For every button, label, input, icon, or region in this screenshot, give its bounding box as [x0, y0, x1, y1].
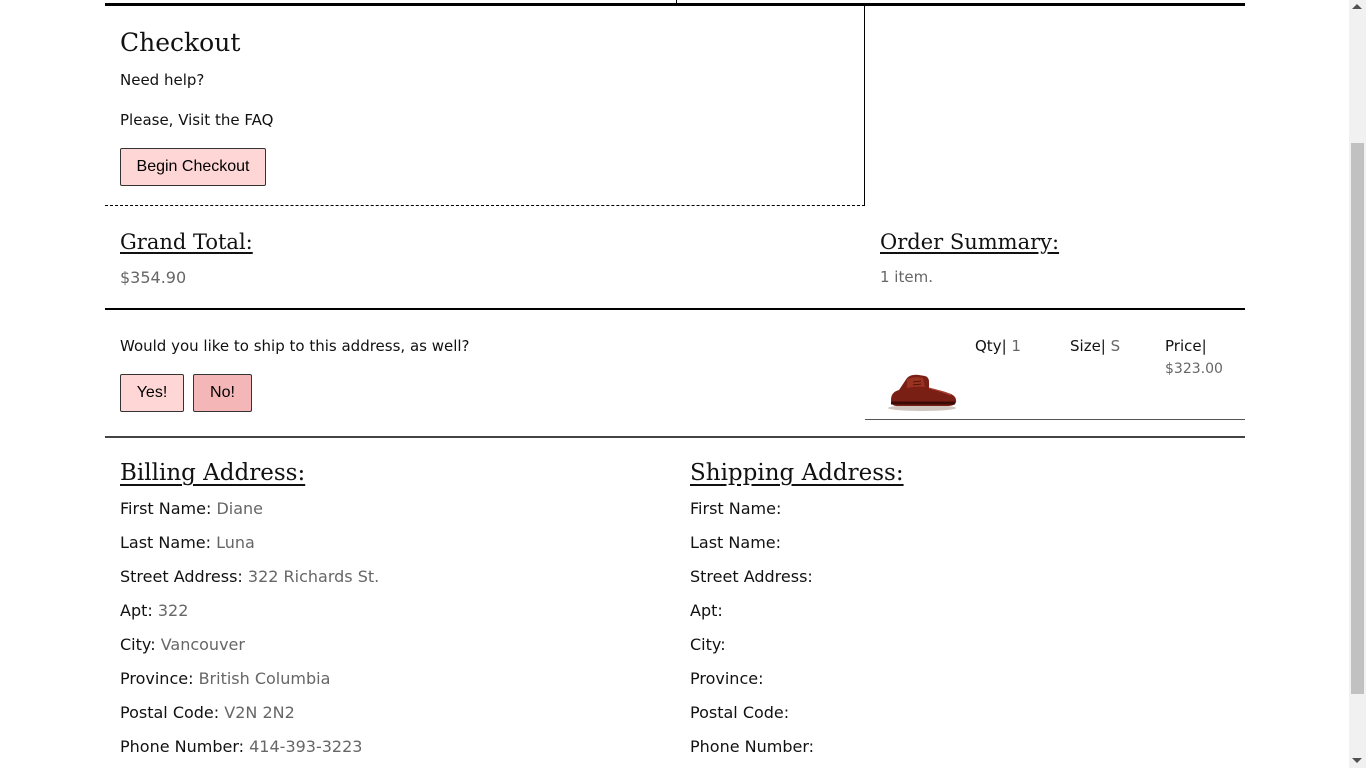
product-divider: [865, 419, 1245, 420]
no-button[interactable]: No!: [193, 374, 252, 412]
grand-total-value: $354.90: [120, 268, 187, 287]
help-text: Need help?: [120, 71, 205, 89]
shipping-address-heading: Shipping Address:: [690, 460, 904, 486]
scroll-up-icon[interactable]: [1352, 4, 1362, 9]
billing-field-label: Postal Code:: [120, 703, 220, 722]
qty-label: Qty|: [975, 337, 1007, 355]
shipping-field-label: Last Name:: [690, 533, 782, 552]
shipping-field-row: Phone Number:: [690, 737, 814, 756]
billing-field-value: 322: [157, 601, 189, 620]
grand-total-heading: Grand Total:: [120, 230, 253, 254]
scroll-down-icon[interactable]: [1352, 758, 1362, 763]
billing-field-label: Street Address:: [120, 567, 243, 586]
billing-field-row: Postal Code: V2N 2N2: [120, 703, 295, 722]
price-label: Price|: [1165, 337, 1207, 355]
top-tick: [676, 0, 677, 3]
checkout-title: Checkout: [120, 28, 241, 57]
billing-field-row: First Name: Diane: [120, 499, 263, 518]
shipping-field-row: Province:: [690, 669, 763, 688]
qty-value: 1: [1011, 337, 1021, 355]
billing-field-value: V2N 2N2: [224, 703, 295, 722]
billing-field-row: Last Name: Luna: [120, 533, 255, 552]
price-value: $323.00: [1165, 361, 1223, 377]
shipping-field-row: First Name:: [690, 499, 781, 518]
shipping-field-row: Postal Code:: [690, 703, 789, 722]
shipping-field-label: Postal Code:: [690, 703, 790, 722]
size-value: S: [1110, 337, 1121, 355]
billing-field-row: Phone Number: 414-393-3223: [120, 737, 362, 756]
billing-field-value: Diane: [216, 499, 264, 518]
shipping-field-label: Province:: [690, 669, 764, 688]
billing-field-label: City:: [120, 635, 156, 654]
billing-field-row: Apt: 322: [120, 601, 188, 620]
shipping-field-row: Street Address:: [690, 567, 813, 586]
billing-field-label: First Name:: [120, 499, 212, 518]
billing-field-row: Province: British Columbia: [120, 669, 330, 688]
begin-checkout-button[interactable]: Begin Checkout: [120, 148, 266, 186]
section-divider: [105, 308, 1245, 310]
billing-field-value: Vancouver: [160, 635, 245, 654]
billing-field-row: Street Address: 322 Richards St.: [120, 567, 379, 586]
billing-field-row: City: Vancouver: [120, 635, 245, 654]
size-cell: Size| S: [1070, 337, 1120, 355]
billing-field-value: 414-393-3223: [249, 737, 363, 756]
shipping-field-label: City:: [690, 635, 726, 654]
yes-button[interactable]: Yes!: [120, 374, 184, 412]
shipping-field-row: City:: [690, 635, 726, 654]
shipping-field-label: First Name:: [690, 499, 782, 518]
scrollbar-thumb[interactable]: [1351, 143, 1364, 694]
shipping-field-row: Apt:: [690, 601, 723, 620]
faq-link[interactable]: Please, Visit the FAQ: [120, 111, 273, 129]
billing-field-label: Apt:: [120, 601, 153, 620]
address-divider: [105, 436, 1245, 438]
shipping-field-label: Phone Number:: [690, 737, 815, 756]
billing-field-value: British Columbia: [198, 669, 331, 688]
billing-field-label: Province:: [120, 669, 194, 688]
billing-field-value: Luna: [216, 533, 255, 552]
shoe-product-image: [888, 374, 957, 411]
billing-address-heading: Billing Address:: [120, 460, 306, 486]
order-summary-heading: Order Summary:: [880, 230, 1060, 254]
size-label: Size|: [1070, 337, 1106, 355]
order-item-count: 1 item.: [880, 268, 933, 286]
shipping-field-label: Street Address:: [690, 567, 813, 586]
shipping-field-row: Last Name:: [690, 533, 781, 552]
billing-field-value: 322 Richards St.: [247, 567, 380, 586]
ship-question: Would you like to ship to this address, …: [120, 337, 470, 355]
shipping-field-label: Apt:: [690, 601, 723, 620]
qty-cell: Qty| 1: [975, 337, 1021, 355]
billing-field-label: Last Name:: [120, 533, 212, 552]
billing-field-label: Phone Number:: [120, 737, 245, 756]
